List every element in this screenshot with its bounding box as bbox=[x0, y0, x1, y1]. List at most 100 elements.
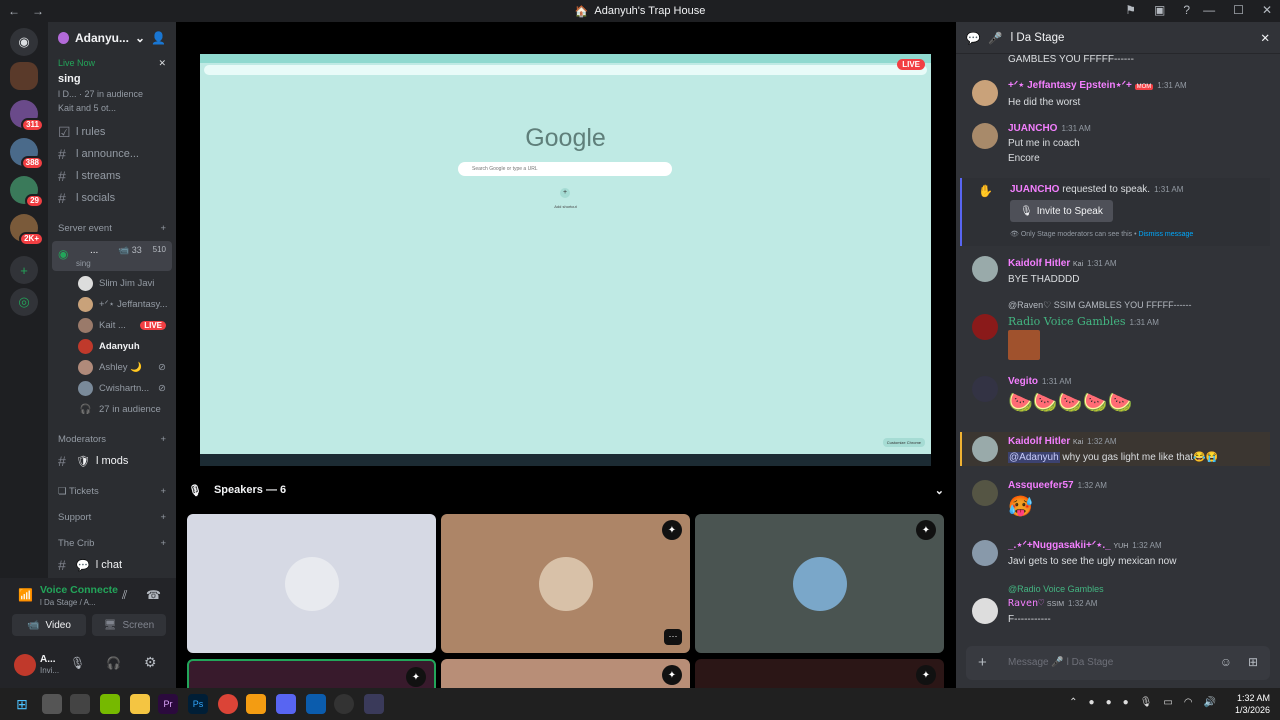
app-icon-2[interactable] bbox=[246, 694, 266, 714]
channel-chat[interactable]: # 💬 l chat bbox=[48, 554, 176, 576]
channel-rules[interactable]: ☑ l rules bbox=[48, 121, 176, 143]
monitor-icon[interactable]: ▭ bbox=[1163, 697, 1172, 708]
add-channel-icon[interactable]: + bbox=[160, 538, 166, 549]
explore-icon[interactable]: ◎ bbox=[10, 288, 38, 316]
discord-taskbar-icon[interactable] bbox=[276, 694, 296, 714]
category-the-crib[interactable]: The Crib + bbox=[48, 532, 176, 554]
microphone-icon[interactable]: 🎙 bbox=[70, 656, 85, 670]
chevron-down-icon[interactable]: ⌄ bbox=[935, 484, 944, 497]
add-channel-icon[interactable]: + bbox=[160, 223, 166, 234]
help-icon[interactable]: ? bbox=[1183, 3, 1190, 17]
app-icon-5[interactable] bbox=[364, 694, 384, 714]
live-now-box[interactable]: Live Now ✕ sing l D... · 27 in audience K… bbox=[52, 54, 172, 117]
avatar[interactable] bbox=[972, 376, 998, 402]
category-support[interactable]: Support + bbox=[48, 506, 176, 528]
chevron-up-icon[interactable]: ⌃ bbox=[1069, 697, 1077, 708]
settings-gear-icon[interactable]: ⚙ bbox=[144, 654, 157, 671]
close-icon[interactable]: ✕ bbox=[158, 58, 166, 69]
server-icon-current[interactable] bbox=[10, 62, 38, 90]
app-icon-4[interactable] bbox=[334, 694, 354, 714]
channel-socials[interactable]: # l socials bbox=[48, 187, 176, 209]
audience-count[interactable]: 🎧 27 in audience bbox=[48, 399, 176, 420]
emoji-icon[interactable]: ☺ bbox=[1220, 655, 1232, 669]
speaker-tile[interactable] bbox=[187, 514, 436, 653]
apps-icon[interactable]: ⊞ bbox=[1248, 655, 1258, 669]
maximize-icon[interactable]: ☐ bbox=[1233, 3, 1244, 17]
clock[interactable]: 1:32 AM 1/3/2026 bbox=[1235, 692, 1270, 716]
add-member-icon[interactable]: 👤 bbox=[151, 31, 166, 45]
forward-arrow-icon[interactable]: → bbox=[32, 4, 44, 18]
minimize-icon[interactable]: — bbox=[1203, 3, 1215, 17]
nvidia-icon[interactable] bbox=[100, 694, 120, 714]
add-channel-icon[interactable]: + bbox=[160, 486, 166, 497]
windows-start-icon[interactable]: ⊞ bbox=[12, 694, 32, 714]
server-folder-1[interactable]: 311 bbox=[10, 100, 44, 132]
voice-user[interactable]: Adanyuh bbox=[48, 336, 176, 357]
add-channel-icon[interactable]: + bbox=[160, 434, 166, 445]
voice-user[interactable]: +ᐟ⋆ Jeffantasy... bbox=[48, 294, 176, 315]
tray-app-icon[interactable]: ● bbox=[1123, 697, 1129, 708]
message-input[interactable]: Message 🎤 l Da Stage bbox=[1008, 657, 1113, 668]
add-shortcut-icon[interactable]: + bbox=[560, 188, 570, 198]
task-view-icon[interactable] bbox=[42, 694, 62, 714]
microphone-icon[interactable]: 🎙 bbox=[1140, 697, 1153, 708]
channel-streams[interactable]: # l streams bbox=[48, 165, 176, 187]
avatar[interactable] bbox=[972, 256, 998, 282]
reply-reference[interactable]: @Raven♡ SSIM GAMBLES YOU FFFFF------ bbox=[1008, 298, 1192, 313]
avatar[interactable] bbox=[14, 654, 36, 676]
back-arrow-icon[interactable]: ← bbox=[8, 4, 20, 18]
voice-user[interactable]: Kait ... LIVE bbox=[48, 315, 176, 336]
noise-suppression-icon[interactable]: ⫽ bbox=[122, 588, 127, 603]
volume-icon[interactable]: 🔊 bbox=[1204, 697, 1216, 708]
voice-user[interactable]: Slim Jim Javi bbox=[48, 273, 176, 294]
avatar[interactable] bbox=[972, 436, 998, 462]
add-server-icon[interactable]: + bbox=[10, 256, 38, 284]
google-search-box[interactable]: Search Google or type a URL bbox=[458, 162, 672, 176]
wifi-icon[interactable]: ◠ bbox=[1184, 697, 1193, 708]
add-channel-icon[interactable]: + bbox=[160, 512, 166, 523]
tray-app-icon[interactable]: ● bbox=[1106, 697, 1112, 708]
headset-icon[interactable]: 🎧 bbox=[106, 656, 121, 670]
chrome-icon[interactable] bbox=[218, 694, 238, 714]
avatar[interactable] bbox=[972, 598, 998, 624]
more-options-icon[interactable]: ··· bbox=[664, 629, 682, 645]
file-explorer-icon[interactable] bbox=[130, 694, 150, 714]
server-folder-3[interactable]: 29 bbox=[10, 176, 44, 208]
user-mention[interactable]: @Adanyuh bbox=[1008, 452, 1060, 463]
screen-share-button[interactable]: 🖥 Screen bbox=[92, 614, 166, 636]
avatar[interactable] bbox=[972, 123, 998, 149]
premiere-icon[interactable]: Pr bbox=[158, 694, 178, 714]
screen-share[interactable]: LIVE Google Search Google or type a URL … bbox=[200, 54, 931, 466]
speakers-header[interactable]: 🎙 Speakers — 6 ⌄ bbox=[188, 482, 944, 498]
avatar[interactable] bbox=[972, 480, 998, 506]
flag-icon[interactable]: ⚑ bbox=[1125, 3, 1136, 17]
close-window-icon[interactable]: ✕ bbox=[1262, 3, 1272, 17]
tray-app-icon[interactable]: ● bbox=[1089, 697, 1095, 708]
server-folder-4[interactable]: 2K+ bbox=[10, 214, 44, 246]
server-header[interactable]: Adanyu... ⌄ 👤 bbox=[48, 22, 176, 54]
reaction-image[interactable] bbox=[1008, 330, 1040, 360]
category-moderators[interactable]: Moderators + bbox=[48, 428, 176, 450]
category-server-event[interactable]: Server event + bbox=[48, 217, 176, 239]
reply-reference[interactable]: @Radio Voice Gambles bbox=[1008, 582, 1104, 597]
speaker-tile[interactable]: ✦ bbox=[695, 514, 944, 653]
discord-home-icon[interactable]: ◉ bbox=[10, 28, 38, 56]
server-folder-2[interactable]: 388 bbox=[10, 138, 44, 170]
channel-announcements[interactable]: # l announce... bbox=[48, 143, 176, 165]
close-icon[interactable]: ✕ bbox=[1260, 31, 1270, 45]
app-icon-3[interactable] bbox=[306, 694, 326, 714]
speaker-tile[interactable]: ✦ ··· bbox=[441, 514, 690, 653]
dismiss-link[interactable]: Dismiss message bbox=[1138, 231, 1193, 238]
disconnect-icon[interactable]: ☎ bbox=[146, 588, 161, 602]
inbox-icon[interactable]: ▣ bbox=[1154, 3, 1165, 17]
invite-to-speak-button[interactable]: 🎙 Invite to Speak bbox=[1010, 200, 1113, 222]
photoshop-icon[interactable]: Ps bbox=[188, 694, 208, 714]
voice-user[interactable]: Cwishartn... ⊘ bbox=[48, 378, 176, 399]
avatar[interactable] bbox=[972, 314, 998, 340]
customize-chrome-button[interactable]: Customize Chrome bbox=[882, 438, 925, 447]
video-button[interactable]: 📹 Video bbox=[12, 614, 86, 636]
channel-mods[interactable]: # 🛡 l mods bbox=[48, 450, 176, 472]
category-tickets[interactable]: ❏ Tickets + bbox=[48, 480, 176, 502]
add-attachment-icon[interactable]: + bbox=[978, 654, 987, 671]
app-icon-1[interactable] bbox=[70, 694, 90, 714]
